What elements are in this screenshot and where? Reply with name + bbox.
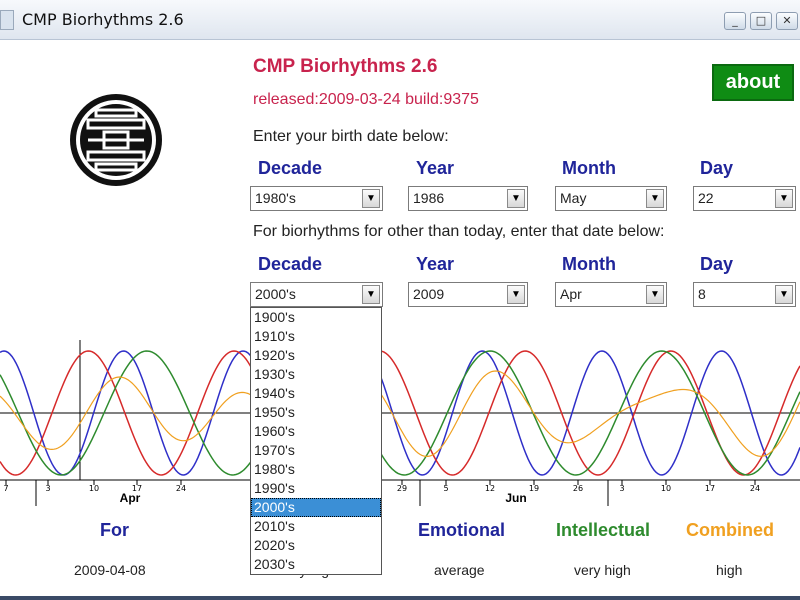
target-day-value: 8 — [698, 286, 706, 302]
decade-option[interactable]: 1960's — [251, 422, 381, 441]
close-button[interactable]: ✕ — [776, 12, 798, 30]
target-day-select[interactable]: 8 ▼ — [693, 282, 796, 307]
decade-option[interactable]: 2020's — [251, 536, 381, 555]
target-year-value: 2009 — [413, 286, 445, 302]
x-tick-label: 3 — [619, 484, 624, 493]
x-tick-label: 17 — [705, 484, 715, 493]
decade-option[interactable]: 1940's — [251, 384, 381, 403]
combined-series-line — [0, 370, 800, 457]
release-info: released:2009-03-24 build:9375 — [253, 91, 479, 108]
title-bar: CMP Biorhythms 2.6 _ □ ✕ — [0, 0, 800, 40]
birth-month-select[interactable]: May ▼ — [555, 186, 667, 211]
chevron-down-icon[interactable]: ▼ — [362, 285, 380, 304]
x-tick-label: 5 — [443, 484, 448, 493]
window-title: CMP Biorhythms 2.6 — [22, 10, 184, 29]
combined-value: high — [716, 562, 743, 578]
birth-day-label: Day — [700, 158, 734, 178]
x-tick-label: 3 — [45, 484, 50, 493]
longevity-symbol-logo — [70, 94, 162, 186]
chevron-down-icon[interactable]: ▼ — [775, 285, 793, 304]
target-month-select[interactable]: Apr ▼ — [555, 282, 667, 307]
x-tick-label: 24 — [750, 484, 760, 493]
chevron-down-icon[interactable]: ▼ — [507, 189, 525, 208]
emotional-value: average — [434, 562, 485, 578]
target-date-prompt: For biorhythms for other than today, ent… — [253, 223, 665, 240]
month-label: Jun — [505, 491, 526, 505]
birth-decade-label: Decade — [258, 158, 323, 178]
birth-decade-value: 1980's — [255, 190, 296, 206]
legend-for: For — [100, 520, 129, 540]
birth-year-label: Year — [416, 158, 455, 178]
x-tick-label: 19 — [529, 484, 539, 493]
legend-emotional: Emotional — [418, 520, 506, 540]
x-tick-label: 26 — [573, 484, 583, 493]
birth-decade-select[interactable]: 1980's ▼ — [250, 186, 383, 211]
minimize-button[interactable]: _ — [724, 12, 746, 30]
birth-day-value: 22 — [698, 190, 714, 206]
birth-day-select[interactable]: 22 ▼ — [693, 186, 796, 211]
target-decade-select[interactable]: 2000's ▼ — [250, 282, 383, 307]
legend-combined: Combined — [686, 520, 774, 540]
decade-option[interactable]: 1930's — [251, 365, 381, 384]
target-year-select[interactable]: 2009 ▼ — [408, 282, 528, 307]
maximize-button[interactable]: □ — [750, 12, 772, 30]
target-month-label: Month — [562, 254, 616, 274]
app-body: CMP Biorhythms 2.6 released:2009-03-24 b… — [0, 40, 800, 600]
birth-year-value: 1986 — [413, 190, 445, 206]
decade-option[interactable]: 1900's — [251, 308, 381, 327]
x-tick-label: 10 — [89, 484, 99, 493]
intellectual-value: very high — [574, 562, 631, 578]
decade-option[interactable]: 1970's — [251, 441, 381, 460]
decade-option[interactable]: 2000's — [251, 498, 381, 517]
chevron-down-icon[interactable]: ▼ — [646, 189, 664, 208]
chevron-down-icon[interactable]: ▼ — [362, 189, 380, 208]
month-label: Apr — [120, 491, 141, 505]
decade-option[interactable]: 1920's — [251, 346, 381, 365]
java-app-icon — [0, 10, 14, 30]
x-tick-label: 10 — [661, 484, 671, 493]
decade-option[interactable]: 2030's — [251, 555, 381, 574]
decade-option[interactable]: 1990's — [251, 479, 381, 498]
chevron-down-icon[interactable]: ▼ — [507, 285, 525, 304]
x-tick-label: 12 — [485, 484, 495, 493]
target-day-label: Day — [700, 254, 734, 274]
x-tick-label: 24 — [176, 484, 186, 493]
target-month-value: Apr — [560, 286, 582, 302]
target-decade-label: Decade — [258, 254, 323, 274]
decade-option[interactable]: 2010's — [251, 517, 381, 536]
target-year-label: Year — [416, 254, 455, 274]
app-title: CMP Biorhythms 2.6 — [253, 56, 438, 77]
about-button[interactable]: about — [712, 64, 794, 101]
birth-month-label: Month — [562, 158, 616, 178]
chevron-down-icon[interactable]: ▼ — [775, 189, 793, 208]
legend-intellectual: Intellectual — [556, 520, 651, 540]
biorhythm-chart: 7 3 10 17 24 29 5 12 19 26 3 10 17 24Apr Jun — [0, 340, 800, 506]
x-tick-label: 7 — [3, 484, 8, 493]
birth-date-prompt: Enter your birth date below: — [253, 128, 449, 145]
decade-option[interactable]: 1910's — [251, 327, 381, 346]
birth-month-value: May — [560, 190, 587, 206]
chevron-down-icon[interactable]: ▼ — [646, 285, 664, 304]
decade-dropdown-list[interactable]: 1900's 1910's 1920's 1930's 1940's 1950's 1960… — [250, 307, 382, 575]
window-bottom-border — [0, 596, 800, 600]
decade-option[interactable]: 1950's — [251, 403, 381, 422]
selected-date: 2009-04-08 — [74, 562, 146, 578]
x-tick-label: 29 — [397, 484, 407, 493]
birth-year-select[interactable]: 1986 ▼ — [408, 186, 528, 211]
decade-option[interactable]: 1980's — [251, 460, 381, 479]
target-decade-value: 2000's — [255, 286, 296, 302]
